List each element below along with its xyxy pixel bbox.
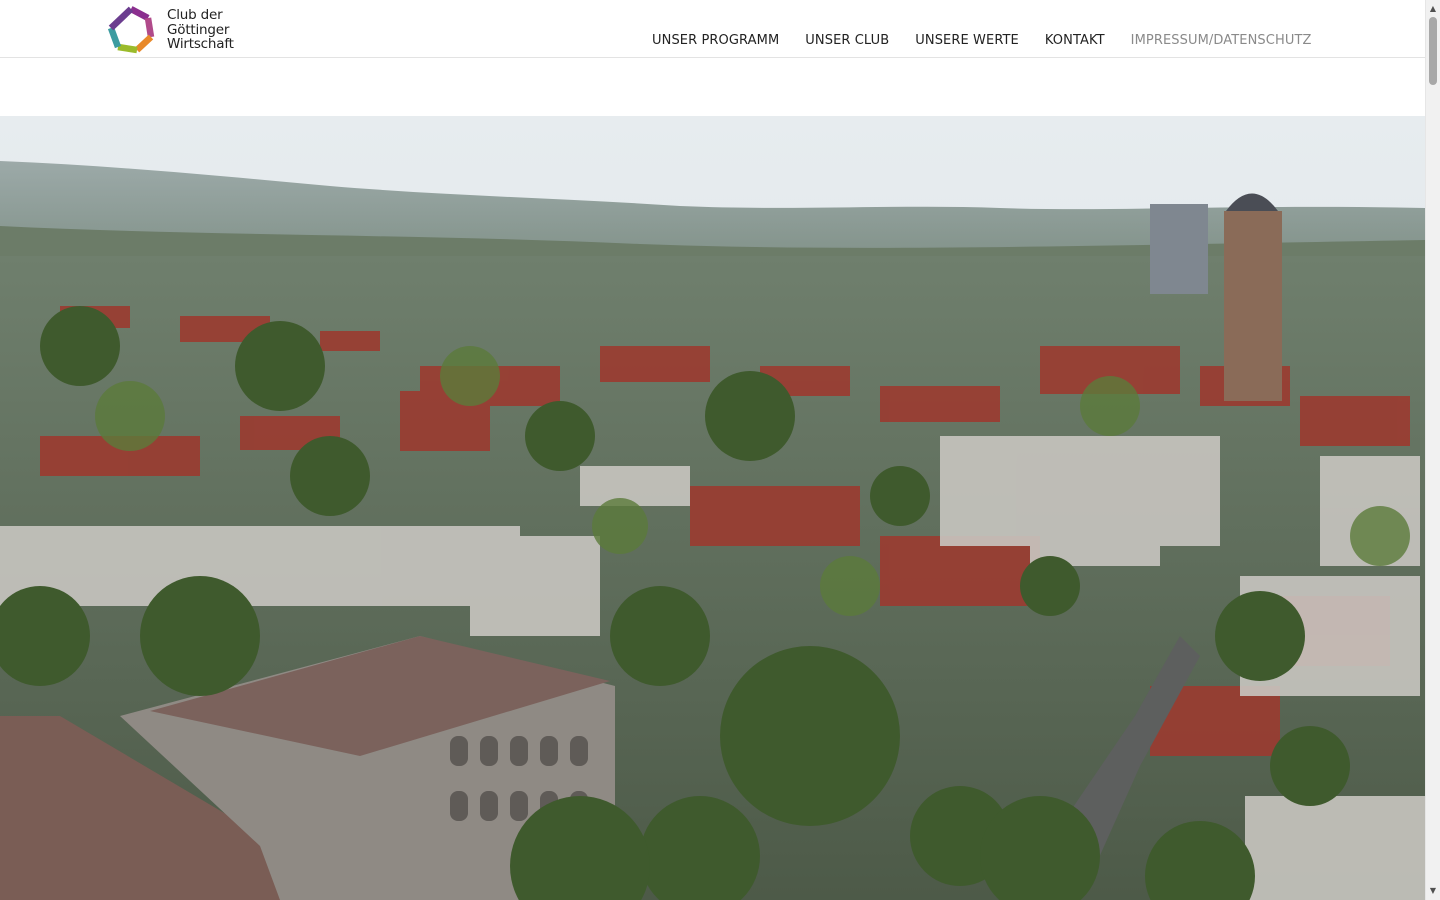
scrollbar-thumb[interactable] <box>1429 17 1437 85</box>
city-panorama-image <box>0 116 1425 900</box>
nav-item-impressum-datenschutz[interactable]: IMPRESSUM/DATENSCHUTZ <box>1131 33 1312 49</box>
page-scrollbar[interactable]: ▲ ▼ <box>1425 0 1440 900</box>
logo-text: Club der Göttinger Wirtschaft <box>167 8 234 52</box>
site-header: Club der Göttinger Wirtschaft UNSER PROG… <box>0 0 1425 58</box>
hero-banner <box>0 116 1425 900</box>
site-logo-link[interactable]: Club der Göttinger Wirtschaft <box>107 6 234 54</box>
nav-item-kontakt[interactable]: KONTAKT <box>1045 33 1105 49</box>
club-logo-icon <box>107 6 155 54</box>
logo-line-2: Göttinger <box>167 21 230 38</box>
logo-line-1: Club der <box>167 7 223 24</box>
logo-line-3: Wirtschaft <box>167 36 234 53</box>
scroll-down-arrow-icon[interactable]: ▼ <box>1426 884 1440 898</box>
nav-item-unser-club[interactable]: UNSER CLUB <box>805 33 889 49</box>
main-navigation: UNSER PROGRAMM UNSER CLUB UNSERE WERTE K… <box>652 33 1312 49</box>
nav-item-unser-programm[interactable]: UNSER PROGRAMM <box>652 33 779 49</box>
scroll-up-arrow-icon[interactable]: ▲ <box>1426 2 1440 16</box>
nav-item-unsere-werte[interactable]: UNSERE WERTE <box>915 33 1019 49</box>
